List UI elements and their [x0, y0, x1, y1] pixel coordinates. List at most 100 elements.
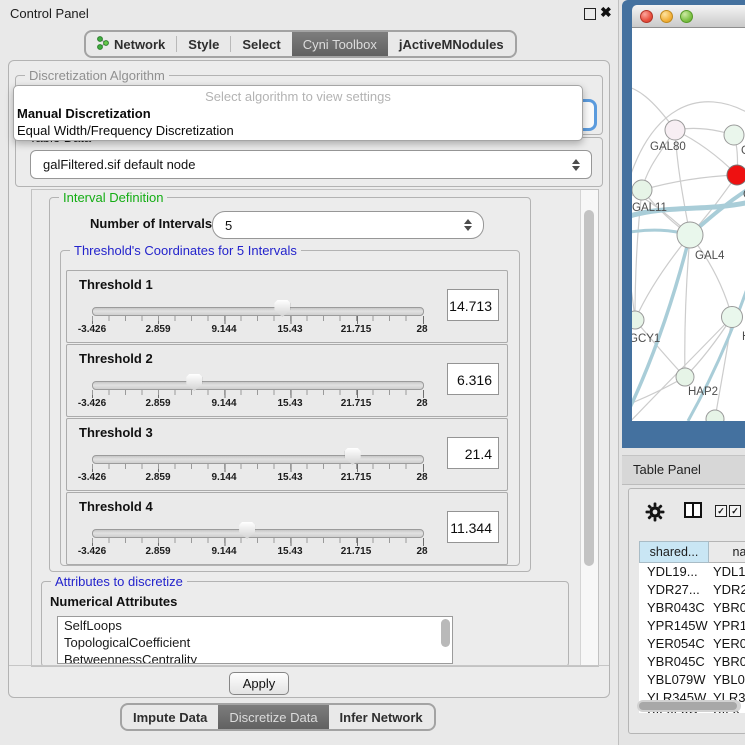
attribute-list-item[interactable]: BetweennessCentrality	[58, 651, 452, 664]
table-row[interactable]: YER054C YER0...	[639, 635, 745, 653]
threshold-4-box: Threshold 4 -3.4262.8599.14415.4321.7152…	[66, 492, 508, 565]
tick-label: 21.715	[341, 472, 372, 483]
table-row[interactable]: YDR27... YDR2...	[639, 581, 745, 599]
tick-label: -3.426	[78, 398, 106, 409]
scrollbar-thumb[interactable]	[639, 702, 737, 710]
node-attribute-table: shared... na YDL19... YDL1... YDR27... Y…	[639, 541, 745, 713]
cell-name: YDR2...	[709, 581, 745, 599]
tab-cyni-toolbox-label: Cyni Toolbox	[303, 37, 377, 52]
node-g[interactable]	[724, 125, 744, 145]
discretization-algorithm-group-title: Discretization Algorithm	[25, 68, 169, 83]
algorithm-placeholder-option[interactable]: Select algorithm to view settings	[14, 86, 582, 105]
node-label-g: G	[741, 145, 745, 157]
minimize-traffic-light[interactable]	[660, 10, 673, 23]
cell-shared-name: YBR043C	[639, 599, 709, 617]
attribute-list-item[interactable]: SelfLoops	[58, 617, 452, 634]
node-bottom[interactable]	[706, 410, 724, 421]
tab-network-label: Network	[114, 37, 165, 52]
cell-name: YDL1...	[709, 563, 745, 581]
tab-discretize-data[interactable]: Discretize Data	[218, 705, 328, 729]
table-row[interactable]: YBL079W YBL0...	[639, 671, 745, 689]
table-row[interactable]: YBR045C YBR0...	[639, 653, 745, 671]
split-columns-icon[interactable]	[684, 502, 702, 518]
threshold-3-value-field[interactable]: 21.4	[447, 437, 499, 469]
slider-tick-labels: -3.4262.8599.14415.4321.71528	[92, 398, 422, 410]
table-row[interactable]: YDL19... YDL1...	[639, 563, 745, 581]
tab-style[interactable]: Style	[177, 32, 230, 56]
tab-jactivemnodules[interactable]: jActiveMNodules	[388, 32, 515, 56]
table-row[interactable]: YPR145W YPR1...	[639, 617, 745, 635]
checkbox-icon[interactable]: ✓	[715, 505, 727, 517]
node-gal4[interactable]	[677, 222, 703, 248]
threshold-2-label: Threshold 2	[79, 351, 153, 366]
slider-minor-ticks	[92, 538, 422, 543]
tab-impute-data[interactable]: Impute Data	[122, 705, 218, 729]
algorithm-dropdown-popup: Select algorithm to view settings Manual…	[13, 85, 583, 141]
node-hap2[interactable]	[676, 368, 694, 386]
attributes-list-scrollbar[interactable]	[441, 619, 450, 647]
tick-label: 2.859	[145, 472, 170, 483]
apply-button[interactable]: Apply	[229, 672, 289, 695]
tick-label: 28	[416, 546, 427, 557]
close-traffic-light[interactable]	[640, 10, 653, 23]
algorithm-option-manual[interactable]: Manual Discretization	[14, 105, 582, 122]
tick-label: 21.715	[341, 324, 372, 335]
threshold-1-value-field[interactable]: 14.713	[447, 289, 499, 321]
cell-name: YBR0...	[709, 599, 745, 617]
table-data-combobox[interactable]: galFiltered.sif default node	[30, 150, 592, 179]
tab-network[interactable]: Network	[86, 32, 176, 56]
tick-label: 2.859	[145, 398, 170, 409]
node-gal11[interactable]	[632, 180, 652, 200]
zoom-traffic-light[interactable]	[680, 10, 693, 23]
column-header-shared-name[interactable]: shared...	[639, 541, 709, 563]
tick-label: 9.144	[211, 546, 236, 557]
tick-label: 28	[416, 398, 427, 409]
scrollbar-thumb[interactable]	[584, 210, 594, 566]
cell-shared-name: YBL079W	[639, 671, 709, 689]
tab-style-label: Style	[188, 37, 219, 52]
interval-definition-group-title: Interval Definition	[59, 190, 167, 205]
threshold-2-value-field[interactable]: 6.316	[447, 363, 499, 395]
cell-shared-name: YDR27...	[639, 581, 709, 599]
attributes-group-title: Attributes to discretize	[51, 574, 187, 589]
checkbox-icon[interactable]: ✓	[729, 505, 741, 517]
node-gal80[interactable]	[665, 120, 685, 140]
node-h[interactable]	[722, 307, 743, 328]
threshold-4-value-field[interactable]: 11.344	[447, 511, 499, 543]
number-of-intervals-combobox[interactable]: 5	[212, 211, 484, 239]
threshold-1-slider-track[interactable]	[92, 307, 424, 316]
window-title: Control Panel	[10, 6, 89, 21]
thresholds-group: Threshold's Coordinates for 5 Intervals …	[60, 250, 520, 566]
threshold-2-slider-track[interactable]	[92, 381, 424, 390]
table-panel-toolbar: ✓ ✓	[629, 489, 745, 535]
table-row[interactable]: YBR043C YBR0...	[639, 599, 745, 617]
table-horizontal-scrollbar[interactable]	[637, 700, 741, 712]
thresholds-group-title: Threshold's Coordinates for 5 Intervals	[70, 243, 301, 258]
float-window-icon[interactable]	[584, 8, 596, 20]
algorithm-option-equal-width[interactable]: Equal Width/Frequency Discretization	[14, 122, 582, 139]
column-header-name[interactable]: na	[709, 541, 745, 563]
number-of-intervals-label: Number of Intervals	[90, 216, 212, 231]
close-icon[interactable]: ✖	[600, 4, 612, 21]
tab-infer-network[interactable]: Infer Network	[329, 705, 434, 729]
table-panel-header: Table Panel	[622, 455, 745, 485]
node-label-gal80: GAL80	[650, 141, 686, 153]
network-canvas[interactable]: GAL80 G C GAL11 GAL4 GCY1 H HAP2	[632, 28, 745, 421]
tick-label: 2.859	[145, 546, 170, 557]
numerical-attributes-label: Numerical Attributes	[50, 594, 177, 609]
slider-tick-labels: -3.4262.8599.14415.4321.71528	[92, 546, 422, 558]
gear-icon[interactable]	[645, 502, 665, 527]
tab-select[interactable]: Select	[231, 32, 291, 56]
table-header-row: shared... na	[639, 541, 745, 563]
attribute-list-item[interactable]: TopologicalCoefficient	[58, 634, 452, 651]
node-gcy1[interactable]	[632, 311, 644, 329]
slider-minor-ticks	[92, 390, 422, 395]
control-panel-window: Control Panel ✖ Network	[0, 0, 619, 745]
node-selected-red[interactable]	[727, 165, 745, 185]
threshold-3-slider-track[interactable]	[92, 455, 424, 464]
number-of-intervals-value: 5	[213, 218, 461, 233]
settings-vertical-scrollbar[interactable]	[580, 190, 598, 666]
threshold-4-slider-track[interactable]	[92, 529, 424, 538]
tab-cyni-toolbox[interactable]: Cyni Toolbox	[292, 32, 388, 56]
combobox-spinner-icon	[461, 219, 475, 231]
